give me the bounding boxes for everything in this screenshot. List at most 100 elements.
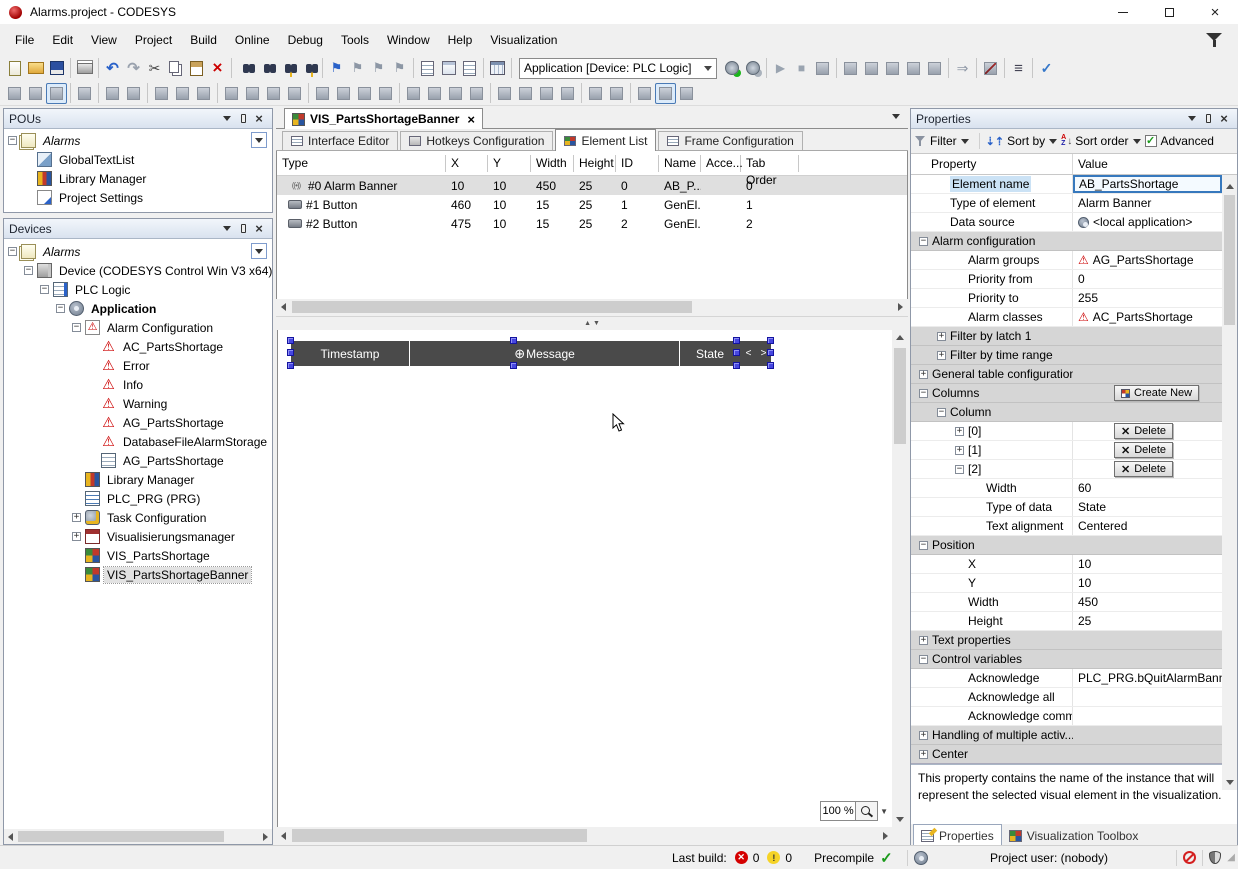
property-value-cell[interactable]: [1073, 536, 1222, 554]
menu-project[interactable]: Project: [126, 26, 181, 54]
tab-vis-partsshortagebanner[interactable]: VIS_PartsShortageBanner ×: [284, 108, 483, 129]
tab-properties[interactable]: Properties: [913, 824, 1002, 846]
space-horz-icon[interactable]: [403, 83, 424, 104]
property-row[interactable]: +Center: [911, 745, 1222, 764]
column-header-type[interactable]: Type: [277, 155, 446, 172]
user-management-icon[interactable]: [914, 851, 928, 865]
send-back-icon[interactable]: [515, 83, 536, 104]
frame-single-icon[interactable]: [634, 83, 655, 104]
property-value-cell[interactable]: [1073, 745, 1222, 763]
menu-online[interactable]: Online: [226, 26, 279, 54]
expand-icon[interactable]: +: [919, 636, 928, 645]
find-icon[interactable]: [235, 58, 256, 79]
viz-grid-icon[interactable]: [46, 83, 67, 104]
tree-item[interactable]: PLC_PRG (PRG): [4, 489, 272, 508]
property-value-cell[interactable]: PLC_PRG.bQuitAlarmBanner: [1073, 669, 1222, 687]
group-icon[interactable]: [102, 83, 123, 104]
column-header-name[interactable]: Name: [659, 155, 701, 172]
property-row[interactable]: +Handling of multiple activ...: [911, 726, 1222, 745]
tree-item[interactable]: +Task Configuration: [4, 508, 272, 527]
devices-panel-header[interactable]: Devices ×: [4, 219, 272, 239]
advanced-checkbox[interactable]: ✓Advanced: [1145, 134, 1214, 148]
expand-icon[interactable]: +: [955, 446, 964, 455]
align-top-icon[interactable]: [221, 83, 242, 104]
expand-icon[interactable]: +: [955, 427, 964, 436]
property-value-cell[interactable]: 10: [1073, 555, 1222, 573]
close-icon[interactable]: ×: [251, 222, 267, 236]
tree-item[interactable]: VIS_PartsShortage: [4, 546, 272, 565]
viz-select-icon[interactable]: [25, 83, 46, 104]
collapse-icon[interactable]: −: [40, 285, 49, 294]
column-header-width[interactable]: Width: [531, 155, 574, 172]
delete-button[interactable]: ✕Delete: [1114, 423, 1173, 439]
ungroup-icon[interactable]: [123, 83, 144, 104]
pin-icon[interactable]: [235, 112, 251, 126]
monitoring-off-icon[interactable]: [980, 58, 1001, 79]
active-application-selector[interactable]: Application [Device: PLC Logic]: [519, 58, 717, 79]
collapse-icon[interactable]: −: [919, 541, 928, 550]
property-value-cell[interactable]: ✕Delete: [1073, 422, 1222, 440]
property-row[interactable]: Acknowledge comment: [911, 707, 1222, 726]
selection-handle[interactable]: [287, 349, 294, 356]
devices-horizontal-scrollbar[interactable]: [4, 829, 272, 844]
property-row[interactable]: +[0]✕Delete: [911, 422, 1222, 441]
collapse-icon[interactable]: −: [919, 655, 928, 664]
tree-item[interactable]: Library Manager: [4, 470, 272, 489]
property-row[interactable]: Y10: [911, 574, 1222, 593]
property-value-cell[interactable]: 255: [1073, 289, 1222, 307]
minimize-button[interactable]: [1100, 0, 1146, 25]
close-button[interactable]: ×: [1192, 0, 1238, 25]
property-value-cell[interactable]: State: [1073, 498, 1222, 516]
tree-item[interactable]: −Device (CODESYS Control Win V3 x64): [4, 261, 272, 280]
property-value-cell[interactable]: Create New: [1073, 384, 1222, 402]
property-row[interactable]: −[2]✕Delete: [911, 460, 1222, 479]
redo-icon[interactable]: [123, 58, 144, 79]
input-assistant-icon[interactable]: [487, 58, 508, 79]
reset-icon[interactable]: [924, 58, 945, 79]
column-header-height[interactable]: Height: [574, 155, 616, 172]
property-value-cell[interactable]: Centered: [1073, 517, 1222, 535]
pin-icon[interactable]: [235, 222, 251, 236]
property-value-cell[interactable]: [1073, 346, 1222, 364]
print-icon[interactable]: [74, 58, 95, 79]
property-row[interactable]: Height25: [911, 612, 1222, 631]
align-middle-icon[interactable]: [242, 83, 263, 104]
property-row[interactable]: Data source<local application>: [911, 213, 1222, 232]
property-value-cell[interactable]: AB_PartsShortage: [1073, 175, 1222, 193]
element-list-horizontal-scrollbar[interactable]: [277, 299, 907, 315]
copy-icon[interactable]: [165, 58, 186, 79]
align-left-icon[interactable]: [151, 83, 172, 104]
root-selector-dropdown[interactable]: [251, 132, 267, 148]
property-value-cell[interactable]: [1073, 688, 1222, 706]
column-header-x[interactable]: X: [446, 155, 488, 172]
table-row[interactable]: ((•))#0 Alarm Banner1010450250AB_P...0: [277, 176, 907, 195]
size-both-icon[interactable]: [354, 83, 375, 104]
bookmark-prev-icon[interactable]: [389, 58, 410, 79]
size-height-icon[interactable]: [333, 83, 354, 104]
space-vert-icon[interactable]: [424, 83, 445, 104]
property-value-cell[interactable]: ✕Delete: [1073, 441, 1222, 459]
tree-item[interactable]: ⚠DatabaseFileAlarmStorage: [4, 432, 272, 451]
property-row[interactable]: +Filter by latch 1: [911, 327, 1222, 346]
subtab-hotkeys-configuration[interactable]: Hotkeys Configuration: [400, 131, 553, 150]
property-value-cell[interactable]: [1073, 327, 1222, 345]
property-row[interactable]: Acknowledge all: [911, 688, 1222, 707]
property-value-cell[interactable]: [1073, 232, 1222, 250]
panel-menu-icon[interactable]: [219, 222, 235, 236]
tree-item[interactable]: −PLC Logic: [4, 280, 272, 299]
multiselect-on-icon[interactable]: [585, 83, 606, 104]
tree-item[interactable]: Library Manager: [4, 169, 272, 188]
tree-item[interactable]: −⚠Alarm Configuration: [4, 318, 272, 337]
tree-item[interactable]: ⚠AG_PartsShortage: [4, 413, 272, 432]
menu-visualization[interactable]: Visualization: [481, 26, 566, 54]
align-center-icon[interactable]: [172, 83, 193, 104]
selection-handle[interactable]: [733, 337, 740, 344]
bookmark-next-icon[interactable]: [368, 58, 389, 79]
property-value-cell[interactable]: 450: [1073, 593, 1222, 611]
property-row[interactable]: Alarm classes⚠AC_PartsShortage: [911, 308, 1222, 327]
property-value-cell[interactable]: [1073, 726, 1222, 744]
bookmark-toggle-icon[interactable]: [326, 58, 347, 79]
multiselect-off-icon[interactable]: [606, 83, 627, 104]
property-value-cell[interactable]: [1073, 707, 1222, 725]
menu-window[interactable]: Window: [378, 26, 439, 54]
